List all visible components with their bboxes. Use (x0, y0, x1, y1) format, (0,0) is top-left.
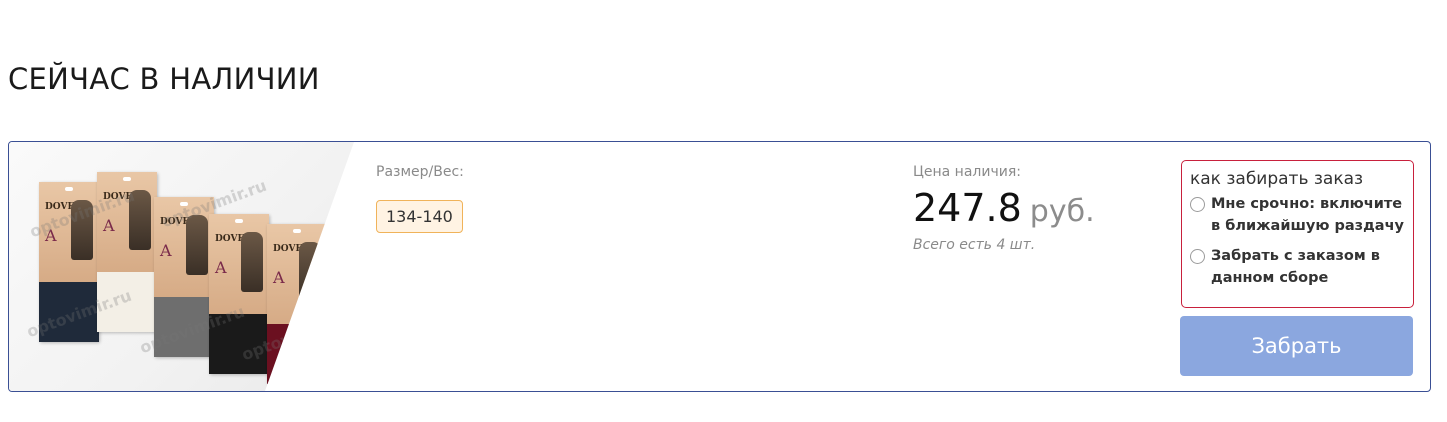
radio-with-order[interactable] (1190, 249, 1205, 264)
price-currency: руб. (1029, 194, 1095, 229)
section-title: СЕЙЧАС В НАЛИЧИИ (8, 62, 320, 96)
price-value: 247.8 (913, 186, 1022, 230)
size-label: Размер/Вес: (376, 164, 464, 180)
radio-urgent[interactable] (1190, 197, 1205, 212)
pickup-option-urgent-label: Мне срочно: включите в ближайшую раздачу (1211, 196, 1404, 234)
stock-count: Всего есть 4 шт. (913, 237, 1036, 253)
pickup-button[interactable]: Забрать (1180, 316, 1413, 376)
pickup-option-with-order-label: Забрать с заказом в данном сборе (1211, 248, 1380, 286)
pickup-method-box: как забирать заказ Мне срочно: включите … (1181, 160, 1414, 308)
product-pack: DOVER A (267, 224, 327, 384)
size-option-chip[interactable]: 134-140 (376, 200, 463, 233)
price: 247.8 руб. (913, 186, 1095, 230)
price-label: Цена наличия: (913, 164, 1021, 180)
pickup-option-urgent[interactable]: Мне срочно: включите в ближайшую раздачу (1190, 193, 1405, 237)
product-card: DOVER A DOVER A DOVER A DOVER A DOVER A optov… (8, 141, 1431, 392)
pickup-option-with-order[interactable]: Забрать с заказом в данном сборе (1190, 245, 1405, 289)
pickup-method-title: как забирать заказ (1190, 169, 1364, 189)
product-image[interactable]: DOVER A DOVER A DOVER A DOVER A DOVER A optov… (9, 142, 354, 391)
